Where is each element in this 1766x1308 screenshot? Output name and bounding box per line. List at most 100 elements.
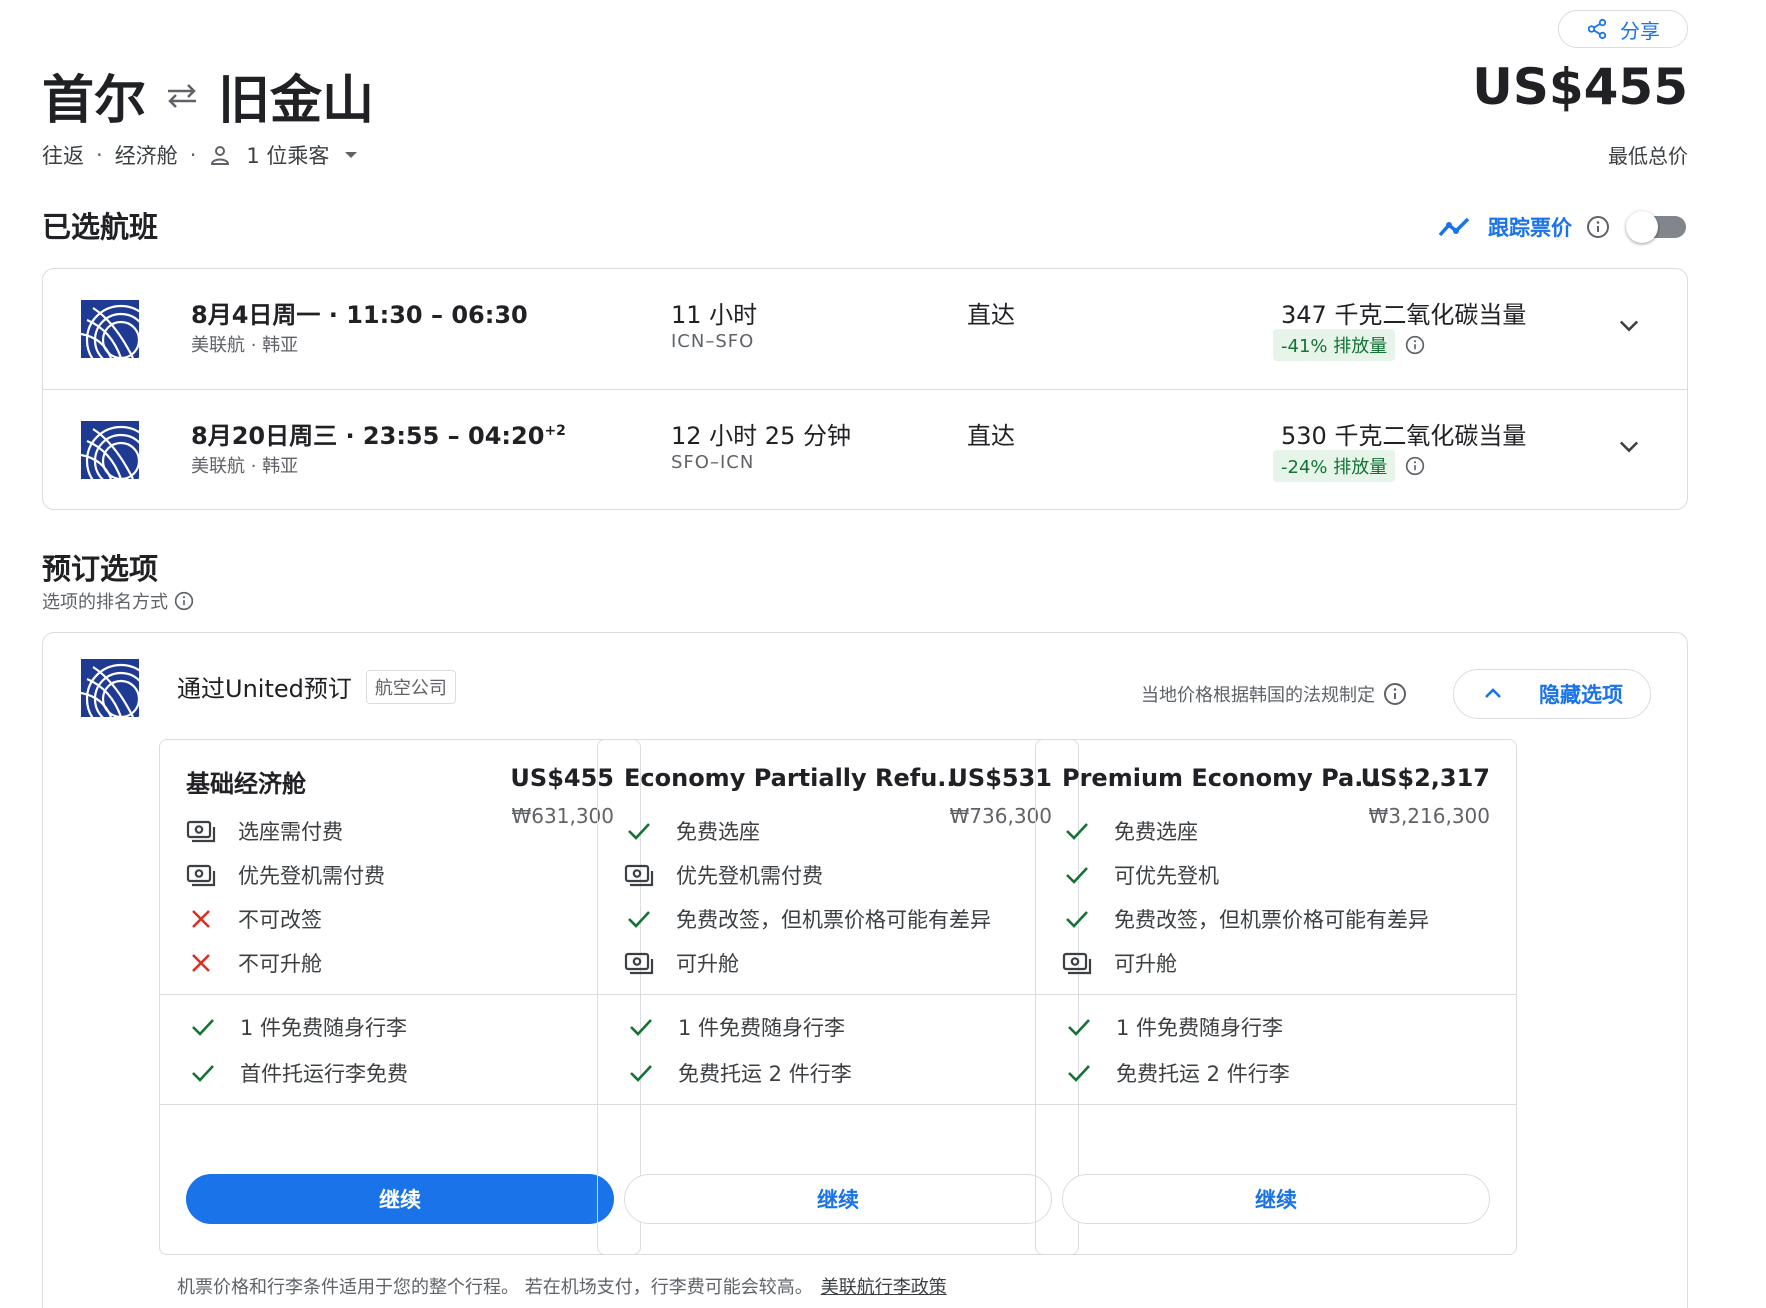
fee-icon: [624, 862, 654, 888]
baggage-footnote: 机票价格和行李条件适用于您的整个行程。 若在机场支付，行李费可能会较高。 美联航…: [177, 1273, 947, 1299]
booking-provider-card: 通过United预订 航空公司 当地价格根据韩国的法规制定 隐藏选项 基础经济舱…: [42, 632, 1688, 1308]
flight-route: SFO–ICN: [671, 452, 755, 473]
baggage-feature: 首件托运行李免费: [188, 1058, 408, 1088]
flight-time: 8月4日周一 · 11:30 – 06:30: [191, 295, 528, 330]
fare-feature-text: 选座需付费: [238, 820, 343, 844]
fare-feature-text: 免费选座: [676, 820, 760, 844]
fare-card: Economy Partially Refu... US$531 ₩736,300 免…: [597, 739, 1079, 1255]
trip-meta: 往返 · 经济舱 · 1 位乘客: [42, 140, 359, 170]
flight-stops: 直达: [967, 301, 1015, 329]
fare-feature-text: 不可改签: [238, 908, 322, 932]
fare-feature-text: 可升舱: [676, 952, 739, 976]
fee-icon: [186, 862, 216, 888]
fare-feature-text: 免费选座: [1114, 820, 1198, 844]
route-title: 首尔 旧金山: [42, 58, 374, 133]
baggage-feature-text: 1 件免费随身行李: [678, 1016, 846, 1040]
fee-icon: [186, 818, 216, 844]
track-prices[interactable]: 跟踪票价: [1438, 211, 1686, 243]
fare-feature: 不可升舱: [186, 948, 322, 978]
flight-co2: 530 千克二氧化碳当量: [1281, 422, 1527, 450]
vendor-name: 通过United预订: [177, 675, 352, 703]
share-icon: [1587, 18, 1607, 40]
divider: [1036, 1104, 1516, 1105]
separator-dot: ·: [189, 143, 197, 167]
fare-feature: 优先登机需付费: [186, 860, 385, 890]
cross-icon: [186, 906, 216, 932]
united-logo-icon: [81, 421, 139, 479]
ranking-note[interactable]: 选项的排名方式: [42, 588, 194, 614]
fare-feature: 选座需付费: [186, 816, 343, 846]
chevron-down-icon[interactable]: [1615, 432, 1643, 460]
baggage-feature: 1 件免费随身行李: [626, 1012, 845, 1042]
united-logo-icon: [81, 300, 139, 358]
continue-button[interactable]: 继续: [1062, 1174, 1490, 1224]
fare-feature: 可升舱: [624, 948, 739, 978]
united-logo-icon: [81, 659, 139, 717]
info-icon[interactable]: [1405, 335, 1425, 355]
divider: [598, 994, 1078, 995]
emission-badge: -24% 排放量: [1273, 450, 1396, 482]
info-icon: [174, 591, 194, 611]
fare-card: 基础经济舱 US$455 ₩631,300 选座需付费 优先登机需付费 不可改签 不可升舱 1…: [159, 739, 641, 1255]
baggage-feature-text: 首件托运行李免费: [240, 1062, 408, 1086]
flight-time: 8月20日周三 · 23:55 – 04:20+2: [191, 416, 566, 451]
flight-emission: -24% 排放量: [1273, 450, 1425, 482]
flight-time-text: 8月4日周一 · 11:30 – 06:30: [191, 301, 528, 329]
check-icon: [1062, 818, 1092, 844]
hide-options-button[interactable]: 隐藏选项: [1453, 669, 1651, 719]
check-icon: [624, 818, 654, 844]
local-price-note[interactable]: 当地价格根据韩国的法规制定: [1141, 681, 1407, 707]
fare-feature-text: 优先登机需付费: [238, 864, 385, 888]
round-trip-arrows-icon: [168, 83, 197, 108]
flight-row-outbound[interactable]: 8月4日周一 · 11:30 – 06:30 美联航 · 韩亚 11 小时 IC…: [43, 269, 1687, 389]
toggle-knob: [1626, 211, 1658, 243]
flight-route: ICN–SFO: [671, 331, 755, 352]
continue-button[interactable]: 继续: [186, 1174, 614, 1224]
fare-feature: 免费选座: [624, 816, 760, 846]
share-button[interactable]: 分享: [1558, 10, 1688, 48]
check-icon: [1062, 862, 1092, 888]
check-icon: [624, 906, 654, 932]
continue-button[interactable]: 继续: [624, 1174, 1052, 1224]
divider: [598, 1104, 1078, 1105]
footnote-text: 机票价格和行李条件适用于您的整个行程。 若在机场支付，行李费可能会较高。: [177, 1277, 813, 1298]
passenger-count: 1 位乘客: [246, 144, 330, 168]
flight-emission: -41% 排放量: [1273, 329, 1425, 361]
fare-name: 基础经济舱: [186, 770, 306, 798]
info-icon[interactable]: [1405, 456, 1425, 476]
fee-icon: [624, 950, 654, 976]
fare-name: Economy Partially Refu...: [624, 764, 954, 792]
check-icon: [1062, 906, 1092, 932]
origin-city: 首尔: [42, 71, 147, 131]
vendor-tag: 航空公司: [365, 669, 456, 704]
flight-time-text: 8月20日周三 · 23:55 – 04:20: [191, 422, 545, 450]
check-icon: [188, 1014, 218, 1040]
selected-flights-title: 已选航班: [42, 210, 159, 244]
baggage-feature-text: 1 件免费随身行李: [240, 1016, 408, 1040]
local-price-note-text: 当地价格根据韩国的法规制定: [1141, 685, 1375, 706]
check-icon: [1064, 1060, 1094, 1086]
chevron-down-icon[interactable]: [1615, 311, 1643, 339]
trending-icon: [1438, 217, 1470, 237]
baggage-feature-text: 免费托运 2 件行李: [1116, 1062, 1290, 1086]
booking-options-title: 预订选项: [42, 552, 159, 586]
check-icon: [188, 1060, 218, 1086]
fare-feature-text: 可优先登机: [1114, 864, 1219, 888]
share-label: 分享: [1620, 18, 1660, 43]
baggage-feature: 免费托运 2 件行李: [1064, 1058, 1290, 1088]
flight-row-return[interactable]: 8月20日周三 · 23:55 – 04:20+2 美联航 · 韩亚 12 小时…: [43, 389, 1687, 509]
fare-price-krw: ₩3,216,300: [1368, 804, 1490, 828]
fee-icon: [1062, 950, 1092, 976]
person-icon: [211, 146, 230, 165]
baggage-feature: 1 件免费随身行李: [1064, 1012, 1283, 1042]
baggage-policy-link[interactable]: 美联航行李政策: [821, 1273, 947, 1299]
passenger-selector[interactable]: 1 位乘客: [208, 140, 359, 170]
divider: [1036, 994, 1516, 995]
baggage-feature-text: 免费托运 2 件行李: [678, 1062, 852, 1086]
info-icon[interactable]: [1586, 215, 1610, 239]
fare-feature: 免费选座: [1062, 816, 1198, 846]
track-prices-toggle[interactable]: [1626, 211, 1686, 243]
flight-airline: 美联航 · 韩亚: [191, 335, 299, 356]
trip-type: 往返: [42, 144, 84, 168]
baggage-feature: 1 件免费随身行李: [188, 1012, 407, 1042]
